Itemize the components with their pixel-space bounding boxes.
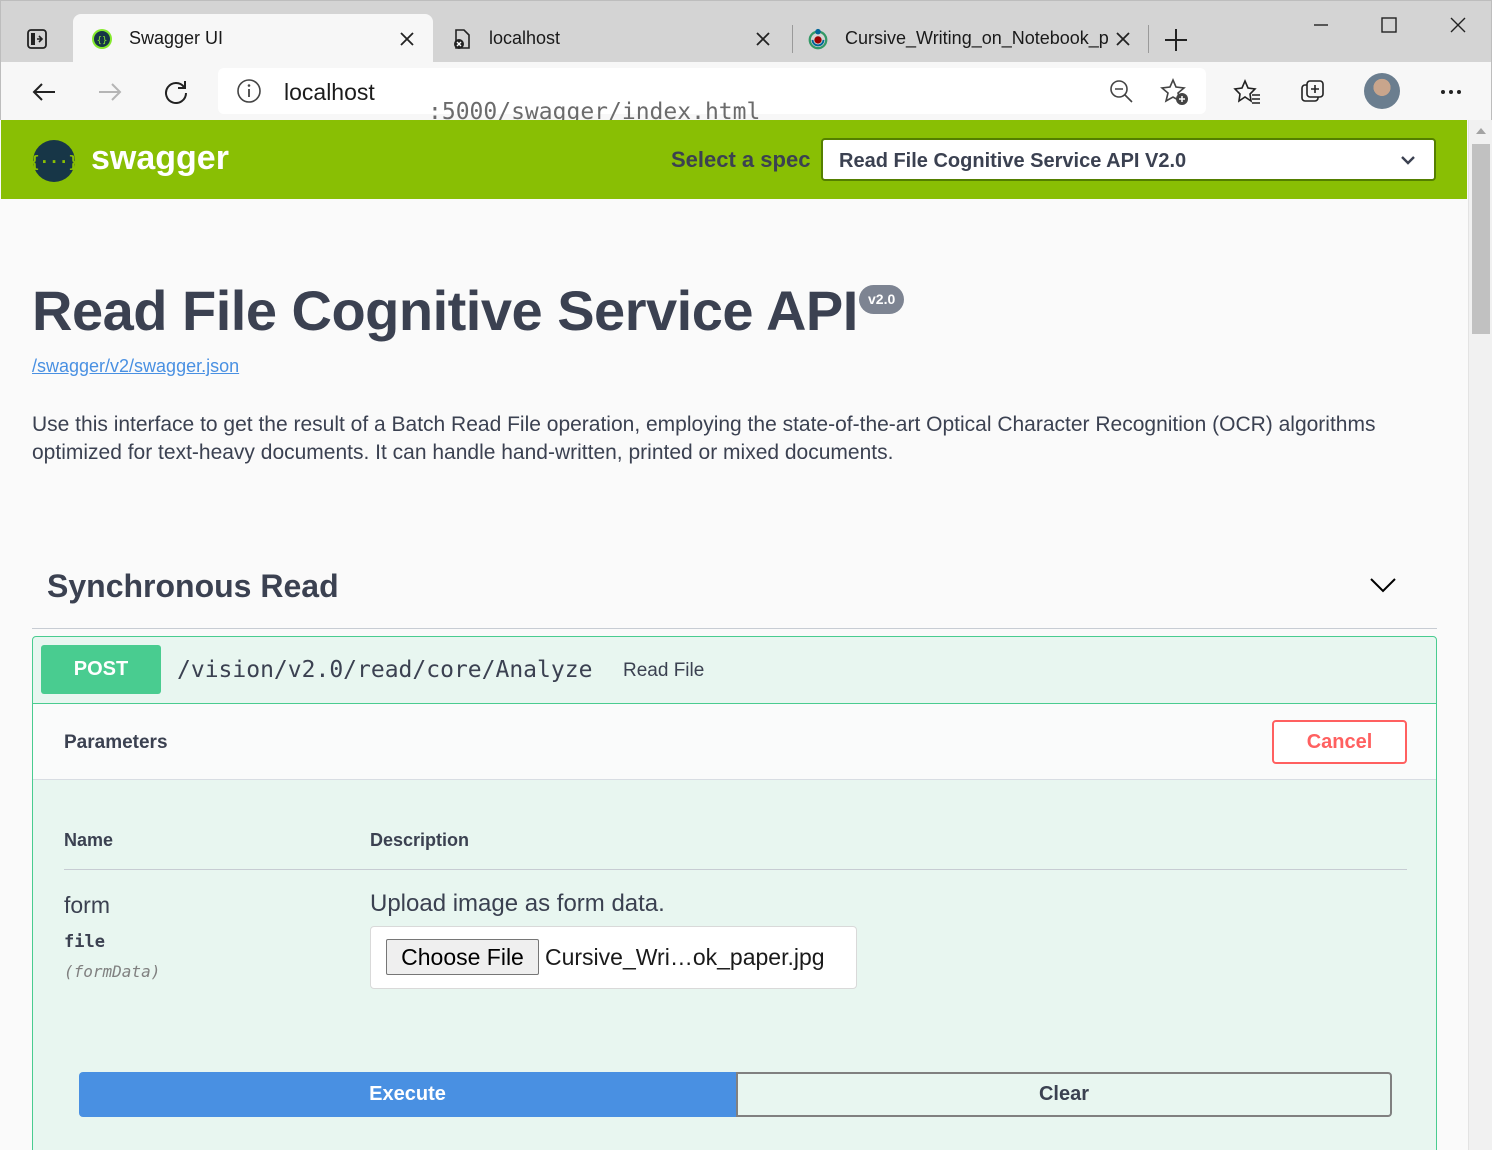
cancel-button[interactable]: Cancel xyxy=(1272,720,1407,764)
api-description: Use this interface to get the result of … xyxy=(32,413,1376,464)
tab-localhost[interactable]: localhost xyxy=(433,14,789,63)
execute-wrapper: Execute Clear xyxy=(79,1072,1392,1117)
close-tab-icon[interactable] xyxy=(1109,25,1137,53)
execute-button[interactable]: Execute xyxy=(79,1072,736,1117)
forward-button[interactable] xyxy=(90,72,130,112)
svg-text:{}: {} xyxy=(97,36,108,46)
close-window-button[interactable] xyxy=(1435,9,1481,41)
operation-post-analyze: POST /vision/v2.0/read/core/Analyze Read… xyxy=(32,636,1437,1150)
scroll-up-icon[interactable] xyxy=(1476,128,1486,134)
selected-file-name: Cursive_Wri…ok_paper.jpg xyxy=(545,944,825,970)
chevron-down-icon xyxy=(1401,156,1415,165)
browser-toolbar: localhost:5000/swagger/index.html xyxy=(0,62,1492,125)
tag-header-synchronous-read[interactable]: Synchronous Read xyxy=(32,558,1437,629)
profile-avatar[interactable] xyxy=(1364,73,1400,109)
site-info-icon[interactable] xyxy=(236,78,262,104)
clear-button[interactable]: Clear xyxy=(736,1072,1392,1117)
settings-menu-button[interactable] xyxy=(1431,72,1471,112)
spec-json-link[interactable]: /swagger/v2/swagger.json xyxy=(32,356,239,377)
tab-actions-icon xyxy=(27,29,47,49)
tab-title: Cursive_Writing_on_Notebook_p xyxy=(845,28,1109,48)
close-window-icon xyxy=(1450,17,1466,33)
tab-title: localhost xyxy=(489,28,561,48)
parameter-name: form xyxy=(64,892,110,918)
spec-select[interactable]: Read File Cognitive Service API V2.0 xyxy=(821,138,1436,181)
parameters-header: Parameters Cancel xyxy=(33,704,1436,780)
operation-path: /vision/v2.0/read/core/Analyze xyxy=(177,657,593,683)
swagger-topbar: {···} swagger Select a spec Read File Co… xyxy=(1,120,1467,199)
tab-cursive-writing[interactable]: Cursive_Writing_on_Notebook_p xyxy=(789,14,1149,63)
choose-file-button[interactable]: Choose File xyxy=(386,939,539,975)
arrow-right-icon xyxy=(99,83,122,101)
column-header-name: Name xyxy=(64,830,114,850)
close-tab-icon[interactable] xyxy=(749,25,777,53)
tab-swagger-ui[interactable]: {} Swagger UI xyxy=(73,14,433,63)
column-header-description: Description xyxy=(370,830,470,850)
tab-title: Swagger UI xyxy=(129,28,224,48)
swagger-logo-icon: {···} xyxy=(30,140,78,182)
operation-summary-text: Read File xyxy=(623,660,705,681)
close-tab-icon[interactable] xyxy=(393,25,421,53)
address-bar[interactable]: localhost:5000/swagger/index.html xyxy=(218,68,1206,125)
maximize-icon xyxy=(1381,17,1397,33)
plus-icon xyxy=(1165,29,1187,51)
page-error-icon xyxy=(451,28,473,50)
operation-summary[interactable]: POST /vision/v2.0/read/core/Analyze Read… xyxy=(33,637,1436,704)
parameters-title: Parameters xyxy=(64,732,168,753)
tab-separator xyxy=(1148,25,1149,53)
swagger-logo-text: swagger xyxy=(91,139,229,177)
select-spec-label: Select a spec xyxy=(671,147,811,172)
swagger-favicon-icon: {} xyxy=(91,28,113,50)
refresh-icon xyxy=(165,81,187,104)
parameter-type: file xyxy=(64,932,105,952)
scrollbar-thumb[interactable] xyxy=(1472,144,1490,334)
favorites-icon xyxy=(1233,78,1260,104)
file-input[interactable]: Choose File Cursive_Wri…ok_paper.jpg xyxy=(370,926,857,989)
collections-icon xyxy=(1301,80,1324,102)
page-scrollbar[interactable] xyxy=(1468,120,1492,1150)
api-title: Read File Cognitive Service API xyxy=(32,279,858,342)
method-badge: POST xyxy=(41,645,161,694)
zoom-out-icon[interactable] xyxy=(1108,78,1134,104)
browser-tab-strip: {} Swagger UI localhost Cursive_Writing_… xyxy=(0,0,1492,63)
more-icon xyxy=(1441,90,1461,94)
url-host: localhost xyxy=(284,79,375,105)
arrow-left-icon xyxy=(32,83,55,101)
spec-select-value: Read File Cognitive Service API V2.0 xyxy=(839,150,1187,172)
swagger-page: {···} swagger Select a spec Read File Co… xyxy=(1,120,1467,1150)
new-tab-button[interactable] xyxy=(1159,23,1193,57)
tab-actions-button[interactable] xyxy=(19,23,55,55)
add-favorite-icon[interactable] xyxy=(1160,77,1190,107)
maximize-button[interactable] xyxy=(1366,9,1412,41)
parameter-location: (formData) xyxy=(64,962,161,981)
minimize-button[interactable] xyxy=(1298,9,1344,41)
version-badge: v2.0 xyxy=(859,285,905,314)
wikimedia-favicon-icon xyxy=(807,28,829,50)
table-divider xyxy=(64,869,1407,870)
refresh-button[interactable] xyxy=(156,72,196,112)
chevron-down-icon[interactable] xyxy=(1368,570,1398,600)
tag-name: Synchronous Read xyxy=(47,568,339,604)
collections-button[interactable] xyxy=(1293,72,1333,112)
back-button[interactable] xyxy=(24,72,64,112)
url-text[interactable]: localhost:5000/swagger/index.html xyxy=(284,79,760,125)
minimize-icon xyxy=(1314,24,1328,26)
favorites-button[interactable] xyxy=(1227,72,1267,112)
parameter-description: Upload image as form data. xyxy=(370,890,665,917)
